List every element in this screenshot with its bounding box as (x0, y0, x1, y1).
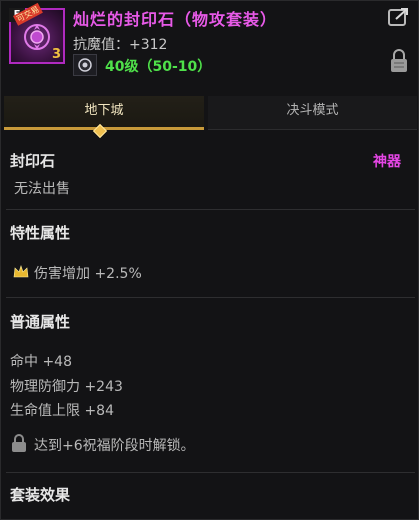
item-icon[interactable]: E 可交易 3 (9, 2, 65, 64)
item-title: 灿烂的封印石（物攻套装） (73, 10, 278, 29)
lock-icon[interactable] (390, 49, 408, 73)
stack-count: 3 (51, 47, 61, 62)
unlock-note: 达到+6祝福阶段时解锁。 (34, 438, 195, 454)
seal-emblem-icon (24, 24, 50, 50)
crown-icon (13, 265, 29, 278)
attr-hp-max: 生命值上限 +84 (10, 403, 114, 419)
item-tooltip-panel: E 可交易 3 灿烂的封印石（物攻套装） 抗魔值：+312 40级（50-10）… (0, 0, 419, 520)
special-attr-title: 特性属性 (10, 224, 71, 242)
divider (6, 297, 415, 298)
trade-status: 无法出售 (14, 181, 70, 197)
attr-phys-def: 物理防御力 +243 (10, 379, 123, 395)
set-effect-title: 套装效果 (10, 486, 71, 504)
item-category: 封印石 (10, 152, 56, 170)
lock-small-icon (12, 434, 26, 452)
special-attr-line: 伤害增加 +2.5% (34, 266, 142, 282)
rarity-tag: 神器 (373, 154, 401, 170)
divider (6, 209, 415, 210)
level-range: 40级（50-10） (105, 59, 212, 75)
tab-pvp[interactable]: 决斗模式 (208, 96, 417, 130)
level-icon (73, 54, 97, 76)
share-icon[interactable] (388, 7, 410, 27)
tab-dungeon[interactable]: 地下城 (4, 96, 204, 130)
normal-attr-title: 普通属性 (10, 313, 71, 331)
resist-value: 抗魔值：+312 (73, 37, 168, 53)
mode-tabs: 地下城 决斗模式 (4, 96, 417, 130)
attr-accuracy: 命中 +48 (10, 354, 72, 370)
divider (6, 472, 415, 473)
